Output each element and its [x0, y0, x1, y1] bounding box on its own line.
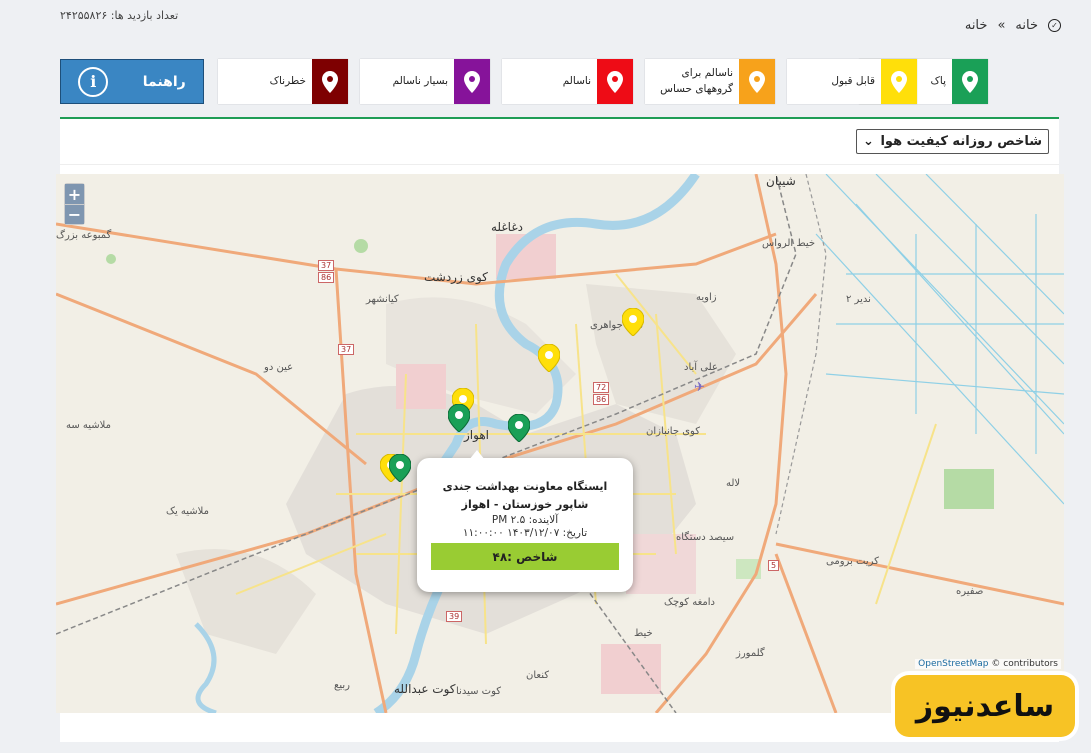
map-label-gomoueh: گمبوعه بزرگ	[56, 230, 112, 241]
zoom-control: + −	[64, 183, 85, 225]
map-label-daghagheleh: دغاغله	[491, 220, 523, 234]
legend-label-line2: گروههای حساس	[660, 82, 733, 95]
map-label-ein-do: عین دو	[264, 362, 294, 373]
legend-label: بسیار ناسالم	[392, 74, 448, 87]
panel-header: شاخص روزانه کیفیت هوا ⌄	[60, 119, 1059, 165]
station-pin-green[interactable]	[508, 414, 530, 442]
top-bar: تعداد بازدید ها: ۲۴۲۵۵۸۲۶ ✓ خانه » خانه	[0, 0, 1091, 50]
popup-date: تاریخ: ۱۴۰۳/۱۲/۰۷ ۱۱:۰۰:۰۰	[462, 527, 588, 540]
road-shield: 37	[318, 260, 335, 271]
legend-swatch	[597, 59, 633, 104]
help-button-label: راهنما	[142, 73, 186, 90]
road-shield: 86	[318, 272, 335, 283]
legend-swatch	[454, 59, 490, 104]
map-pin-icon	[749, 70, 765, 93]
legend-item-acceptable: قابل قبول	[787, 59, 917, 104]
map-label-kuy-janbazan: کوی جانبازان	[646, 426, 700, 437]
map-label-ali-abad: علی آباد	[684, 362, 718, 373]
map-label-kut-seyyed: کوت سیدنا	[456, 686, 501, 697]
map-label-molashieh-yek: ملاشیه یک	[166, 506, 209, 517]
popup-pollutant: آلاینده: PM ۲.۵	[491, 514, 559, 527]
station-pin-yellow[interactable]	[538, 344, 560, 372]
road-shield: 86	[593, 394, 610, 405]
legend-item-sensitive: ناسالم برای گروههای حساس	[645, 59, 775, 104]
map-label-nadir2: ندیر ۲	[846, 294, 871, 305]
station-pin-yellow[interactable]	[622, 308, 644, 336]
legend-swatch	[739, 59, 775, 104]
legend-label: خطرناک	[269, 74, 306, 87]
legend-label: ناسالم	[562, 74, 591, 87]
help-button[interactable]: i راهنما	[60, 59, 204, 104]
map-label-kheit-alrawas: خیط الرواس	[762, 238, 816, 249]
breadcrumb-current: خانه	[964, 18, 988, 33]
visit-counter: تعداد بازدید ها: ۲۴۲۵۵۸۲۶	[60, 9, 179, 22]
legend-swatch	[952, 59, 988, 104]
index-type-value: شاخص روزانه کیفیت هوا	[880, 134, 1042, 149]
map-base-layer	[56, 174, 1064, 713]
map-label-zavieh: زاویه	[696, 292, 717, 303]
map-pin-icon	[891, 70, 907, 93]
legend-label: قابل قبول	[831, 74, 875, 87]
airport-icon: ✈	[694, 380, 705, 395]
aqi-legend: i راهنما پاک قابل قبول ناسالم برای گروهها…	[60, 59, 1059, 104]
map-label-kenan: کنعان	[526, 670, 549, 681]
map-label-kheit: خیط	[634, 628, 653, 639]
map-label-shiban: شیبان	[766, 174, 796, 188]
station-pin-green[interactable]	[389, 454, 411, 482]
map-label-sefireh: صفیره	[956, 586, 984, 597]
road-shield: 37	[338, 344, 355, 355]
map-label-kuy-zardasht: کوی زردشت	[424, 270, 488, 284]
zoom-out-button[interactable]: −	[65, 204, 84, 224]
legend-swatch	[881, 59, 917, 104]
watermark-logo: ساعدنیوز	[895, 675, 1075, 737]
map-label-rabie: ربیع	[334, 680, 350, 691]
info-icon: i	[78, 66, 109, 97]
map-label-laleh: لاله	[726, 478, 741, 489]
map-label-kianshahr: کیانشهر	[366, 294, 399, 305]
index-type-select[interactable]: شاخص روزانه کیفیت هوا ⌄	[856, 129, 1049, 154]
map-label-kut-abdollah: کوت عبدالله	[394, 682, 456, 696]
popup-station-name: ایستگاه معاونت بهداشت جندی شاپور خوزستان…	[442, 480, 608, 511]
legend-item-very-unhealthy: بسیار ناسالم	[360, 59, 490, 104]
zoom-in-button[interactable]: +	[65, 184, 84, 204]
check-circle-icon: ✓	[1048, 19, 1061, 32]
road-shield: 39	[446, 611, 463, 622]
road-shield: 5	[768, 560, 780, 571]
map-pin-icon	[464, 70, 480, 93]
map-view[interactable]: کوی زردشت دغاغله کیانشهر شیبان زاویه کوی…	[56, 174, 1064, 713]
breadcrumb-separator: »	[997, 18, 1006, 33]
osm-link[interactable]: OpenStreetMap	[918, 659, 988, 669]
map-label-golmorz: گلمورز	[736, 648, 765, 659]
attribution-text: © contributors	[991, 659, 1058, 669]
breadcrumb-home-link[interactable]: خانه	[1015, 18, 1038, 33]
legend-swatch	[312, 59, 348, 104]
map-pin-icon	[607, 70, 623, 93]
map-attribution: OpenStreetMap © contributors	[915, 659, 1061, 669]
map-pin-icon	[322, 70, 338, 93]
legend-item-hazardous: خطرناک	[218, 59, 348, 104]
road-shield: 72	[593, 382, 610, 393]
map-label-karit-bromi: کریت برومی	[826, 556, 879, 567]
popup-index-badge: شاخص :۴۸	[431, 543, 619, 571]
map-label-dameh-kuchak: دامغه کوچک	[664, 597, 716, 608]
station-pin-green[interactable]	[448, 404, 470, 432]
station-popup: ایستگاه معاونت بهداشت جندی شاپور خوزستان…	[417, 450, 633, 592]
map-label-molashieh: ملاشیه سه	[66, 420, 111, 431]
map-pin-icon	[962, 70, 978, 93]
map-label-sayyed-dastgah: سیصد دستگاه	[676, 532, 735, 543]
chevron-down-icon: ⌄	[863, 134, 874, 149]
legend-item-unhealthy: ناسالم	[502, 59, 633, 104]
legend-label: ناسالم برای	[681, 66, 734, 79]
breadcrumb: ✓ خانه » خانه	[965, 18, 1061, 33]
